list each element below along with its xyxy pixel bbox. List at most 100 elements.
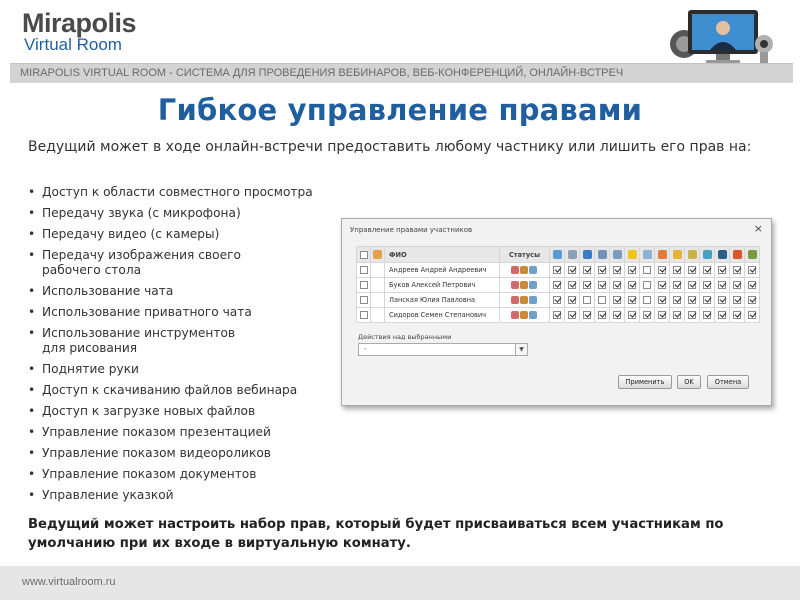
permission-cell[interactable] bbox=[639, 292, 655, 308]
permission-column-header[interactable] bbox=[549, 246, 565, 263]
permission-checkbox[interactable] bbox=[658, 281, 666, 289]
permission-checkbox[interactable] bbox=[628, 296, 636, 304]
permission-cell[interactable] bbox=[549, 307, 565, 323]
permission-checkbox[interactable] bbox=[643, 266, 651, 274]
permission-checkbox[interactable] bbox=[703, 281, 711, 289]
actions-select[interactable]: - ▼ bbox=[358, 343, 528, 356]
row-select-cell[interactable] bbox=[356, 307, 371, 323]
permission-column-header[interactable] bbox=[684, 246, 700, 263]
permission-cell[interactable] bbox=[714, 262, 730, 278]
permission-checkbox[interactable] bbox=[673, 266, 681, 274]
row-select-cell[interactable] bbox=[356, 292, 371, 308]
permission-cell[interactable] bbox=[699, 292, 715, 308]
permission-cell[interactable] bbox=[564, 307, 580, 323]
permission-cell[interactable] bbox=[669, 292, 685, 308]
permission-cell[interactable] bbox=[609, 307, 625, 323]
permission-checkbox[interactable] bbox=[673, 296, 681, 304]
permission-checkbox[interactable] bbox=[643, 296, 651, 304]
permission-column-header[interactable] bbox=[639, 246, 655, 263]
permission-cell[interactable] bbox=[684, 292, 700, 308]
permission-checkbox[interactable] bbox=[628, 281, 636, 289]
permission-checkbox[interactable] bbox=[658, 296, 666, 304]
permission-checkbox[interactable] bbox=[568, 311, 576, 319]
close-icon[interactable]: × bbox=[754, 222, 763, 235]
permission-checkbox[interactable] bbox=[718, 296, 726, 304]
row-select-cell[interactable] bbox=[356, 262, 371, 278]
permission-checkbox[interactable] bbox=[568, 266, 576, 274]
permission-cell[interactable] bbox=[744, 262, 760, 278]
permission-checkbox[interactable] bbox=[583, 281, 591, 289]
permission-checkbox[interactable] bbox=[688, 311, 696, 319]
permission-checkbox[interactable] bbox=[628, 311, 636, 319]
row-select-checkbox[interactable] bbox=[359, 281, 368, 289]
permission-column-header[interactable] bbox=[594, 246, 610, 263]
permission-checkbox[interactable] bbox=[748, 281, 756, 289]
permission-cell[interactable] bbox=[744, 277, 760, 293]
permission-cell[interactable] bbox=[594, 277, 610, 293]
permission-cell[interactable] bbox=[579, 307, 595, 323]
permission-cell[interactable] bbox=[669, 262, 685, 278]
permission-column-header[interactable] bbox=[624, 246, 640, 263]
permission-cell[interactable] bbox=[729, 277, 745, 293]
permission-cell[interactable] bbox=[684, 277, 700, 293]
table-row[interactable]: Сидоров Семен Степанович bbox=[356, 307, 760, 323]
permission-checkbox[interactable] bbox=[613, 281, 621, 289]
permission-cell[interactable] bbox=[564, 292, 580, 308]
permission-cell[interactable] bbox=[699, 277, 715, 293]
permission-checkbox[interactable] bbox=[673, 281, 681, 289]
permission-column-header[interactable] bbox=[669, 246, 685, 263]
permission-cell[interactable] bbox=[594, 307, 610, 323]
permission-cell[interactable] bbox=[699, 262, 715, 278]
permission-cell[interactable] bbox=[654, 292, 670, 308]
permission-checkbox[interactable] bbox=[718, 266, 726, 274]
permission-cell[interactable] bbox=[654, 277, 670, 293]
permission-checkbox[interactable] bbox=[583, 311, 591, 319]
permission-column-header[interactable] bbox=[609, 246, 625, 263]
row-select-checkbox[interactable] bbox=[359, 311, 368, 319]
permission-checkbox[interactable] bbox=[568, 296, 576, 304]
permission-checkbox[interactable] bbox=[733, 266, 741, 274]
permission-cell[interactable] bbox=[624, 277, 640, 293]
permission-checkbox[interactable] bbox=[568, 281, 576, 289]
permission-checkbox[interactable] bbox=[733, 281, 741, 289]
permission-column-header[interactable] bbox=[729, 246, 745, 263]
permission-column-header[interactable] bbox=[564, 246, 580, 263]
permission-checkbox[interactable] bbox=[613, 296, 621, 304]
permission-checkbox[interactable] bbox=[598, 311, 606, 319]
footer-url[interactable]: www.virtualroom.ru bbox=[22, 576, 116, 588]
permission-cell[interactable] bbox=[744, 307, 760, 323]
permission-cell[interactable] bbox=[654, 307, 670, 323]
permission-cell[interactable] bbox=[579, 262, 595, 278]
permission-checkbox[interactable] bbox=[553, 281, 561, 289]
permission-cell[interactable] bbox=[564, 277, 580, 293]
permission-checkbox[interactable] bbox=[748, 311, 756, 319]
permission-checkbox[interactable] bbox=[688, 266, 696, 274]
permission-cell[interactable] bbox=[744, 292, 760, 308]
apply-button[interactable]: Применить bbox=[618, 375, 672, 389]
table-row[interactable]: Буков Алексей Петрович bbox=[356, 277, 760, 293]
permission-cell[interactable] bbox=[669, 307, 685, 323]
permission-checkbox[interactable] bbox=[598, 296, 606, 304]
permission-checkbox[interactable] bbox=[658, 266, 666, 274]
permission-checkbox[interactable] bbox=[688, 296, 696, 304]
permission-cell[interactable] bbox=[639, 262, 655, 278]
column-header-status[interactable]: Статусы bbox=[499, 246, 550, 263]
column-header-name[interactable]: ФИО bbox=[384, 246, 500, 263]
permission-cell[interactable] bbox=[594, 292, 610, 308]
permission-cell[interactable] bbox=[624, 262, 640, 278]
permission-cell[interactable] bbox=[549, 262, 565, 278]
row-select-checkbox[interactable] bbox=[359, 266, 368, 274]
permission-column-header[interactable] bbox=[654, 246, 670, 263]
permission-checkbox[interactable] bbox=[703, 311, 711, 319]
permission-checkbox[interactable] bbox=[658, 311, 666, 319]
permission-cell[interactable] bbox=[549, 292, 565, 308]
permission-cell[interactable] bbox=[639, 277, 655, 293]
permission-cell[interactable] bbox=[609, 277, 625, 293]
permission-cell[interactable] bbox=[594, 262, 610, 278]
permission-checkbox[interactable] bbox=[583, 296, 591, 304]
permission-cell[interactable] bbox=[609, 292, 625, 308]
row-select-cell[interactable] bbox=[356, 277, 371, 293]
select-all-header[interactable] bbox=[356, 246, 371, 263]
permission-checkbox[interactable] bbox=[718, 281, 726, 289]
row-select-checkbox[interactable] bbox=[359, 296, 368, 304]
